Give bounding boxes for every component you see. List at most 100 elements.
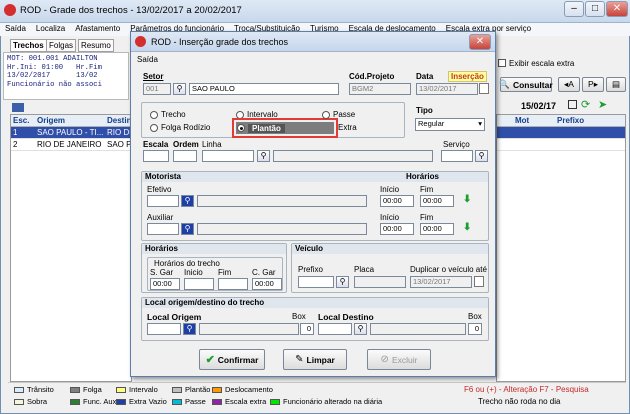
col-origem[interactable]: Origem (37, 116, 65, 125)
prefixo-input[interactable] (298, 276, 334, 288)
dialog-close-button[interactable]: ✕ (469, 34, 491, 50)
table-row[interactable]: 1 SAO PAULO - TI... RIO DE (11, 127, 131, 139)
prev-button[interactable]: ◂A (558, 77, 580, 92)
col-mot[interactable]: Mot (515, 116, 529, 125)
radio-label: Passe (333, 110, 356, 119)
auxiliar-fim-input[interactable]: 00:00 (420, 223, 454, 235)
menu-saida[interactable]: Saída (0, 23, 31, 34)
tab-resumo[interactable]: Resumo (78, 39, 114, 52)
binoculars-icon[interactable]: ⚲ (475, 150, 488, 162)
legend-label: Deslocamento (225, 385, 273, 394)
binoculars-icon[interactable]: ⚲ (257, 150, 270, 162)
binoculars-icon[interactable]: ⚲ (336, 276, 349, 288)
binoculars-icon[interactable]: ⚲ (183, 323, 196, 335)
chevron-down-icon: ▾ (478, 119, 482, 128)
table-row-right[interactable] (497, 139, 625, 151)
table-row-right[interactable] (497, 127, 625, 139)
radio-trecho[interactable]: Trecho (150, 110, 186, 119)
swatch (70, 386, 80, 393)
calendar-icon[interactable] (479, 83, 489, 94)
excluir-button[interactable]: ⊘ Excluir (367, 349, 431, 370)
efetivo-code-input[interactable] (147, 195, 179, 207)
data-input[interactable]: 13/02/2017 (416, 83, 478, 95)
cod-projeto-input[interactable]: BGM2 (349, 83, 411, 95)
col-destino[interactable]: Destin (107, 116, 131, 125)
setor-name-input[interactable]: SAO PAULO (189, 83, 339, 95)
efetivo-fim-input[interactable]: 00:00 (420, 195, 454, 207)
delete-icon: ⊘ (380, 354, 389, 365)
col-esc[interactable]: Esc. (13, 116, 29, 125)
binoculars-icon[interactable]: ⚲ (181, 195, 194, 207)
tab-trechos[interactable]: Trechos (10, 39, 47, 52)
print-button[interactable]: ▤ (606, 77, 626, 92)
fim-trecho-input[interactable] (218, 278, 248, 290)
legend-label: Extra Vazio (129, 397, 167, 406)
menu-localiza[interactable]: Localiza (31, 23, 70, 34)
menu-afastamento[interactable]: Afastamento (70, 23, 125, 34)
radio-label: Folga Rodízio (161, 123, 211, 132)
placa-label: Placa (354, 265, 375, 274)
dialog-menu-saida[interactable]: Saída (137, 55, 158, 64)
binoculars-icon[interactable]: ⚲ (181, 223, 194, 235)
setor-label: Setor (143, 72, 164, 81)
linha-desc-input (273, 150, 433, 162)
setor-code-input[interactable]: 001 (143, 83, 171, 95)
local-origem-name-input (199, 323, 299, 335)
status-red: F6 ou (+) - Alteração F7 - Pesquisa (464, 385, 589, 394)
calendar-icon[interactable] (474, 276, 484, 287)
next-button[interactable]: P▸ (582, 77, 604, 92)
radio-plantao[interactable]: Plantão (236, 122, 334, 134)
duplicar-input[interactable]: 13/02/2017 (410, 276, 472, 288)
binoculars-icon[interactable]: ⚲ (354, 323, 367, 335)
legend-label: Plantão (185, 385, 211, 394)
linha-input[interactable] (202, 150, 254, 162)
ordem-input[interactable] (173, 150, 197, 162)
auxiliar-name-input (197, 223, 367, 235)
efetivo-inicio-input[interactable]: 00:00 (380, 195, 414, 207)
sgar-input[interactable]: 00:00 (150, 278, 180, 290)
calendar-icon[interactable] (568, 100, 577, 109)
binoculars-icon[interactable]: ⚲ (173, 83, 186, 95)
escala-input[interactable] (143, 150, 169, 162)
maximize-button[interactable]: □ (585, 1, 605, 17)
limpar-button[interactable]: ✎ Limpar (283, 349, 347, 370)
local-destino-code-input[interactable] (318, 323, 352, 335)
fim-label: Fim (420, 185, 434, 194)
swatch (270, 398, 280, 405)
duplicar-label: Duplicar o veículo até (410, 265, 487, 274)
box-origem-input[interactable]: 0 (300, 323, 314, 335)
swatch (172, 398, 182, 405)
legend-item: Intervalo (116, 385, 158, 394)
close-button[interactable]: ✕ (606, 1, 628, 17)
minimize-button[interactable]: – (564, 1, 584, 17)
inicio-trecho-input[interactable] (184, 278, 214, 290)
confirmar-button[interactable]: ✔ Confirmar (199, 349, 265, 370)
swatch (14, 386, 24, 393)
col-prefixo[interactable]: Prefixo (557, 116, 584, 125)
radio-passe[interactable]: Passe (322, 110, 355, 119)
legend-label: Escala extra (225, 397, 267, 406)
refresh-icon[interactable]: ⟳ (581, 98, 590, 111)
excluir-label: Excluir (391, 354, 418, 365)
legend-item: Deslocamento (212, 385, 273, 394)
tab-folgas[interactable]: Folgas (46, 39, 77, 52)
auxiliar-code-input[interactable] (147, 223, 179, 235)
tipo-select[interactable]: Regular ▾ (415, 118, 485, 131)
servico-input[interactable] (441, 150, 473, 162)
radio-folga-rodizio[interactable]: Folga Rodízio (150, 123, 210, 132)
table-row[interactable]: 2 RIO DE JANEIRO SAO P (11, 139, 131, 151)
exibir-escala-extra-checkbox[interactable] (498, 59, 506, 67)
tipo-value: Regular (418, 119, 445, 128)
cgar-input[interactable]: 00:00 (252, 278, 282, 290)
nav-icon[interactable]: ➤ (598, 98, 607, 111)
box-destino-input[interactable]: 0 (468, 323, 482, 335)
arrow-down-icon[interactable]: ⬇ (463, 222, 471, 233)
arrow-down-icon[interactable]: ⬇ (463, 194, 471, 205)
local-origem-code-input[interactable] (147, 323, 181, 335)
cod-projeto-label: Cód.Projeto (349, 72, 395, 81)
auxiliar-label: Auxiliar (147, 213, 174, 222)
status-note: Trecho não roda no dia (478, 397, 561, 406)
consultar-button[interactable]: 🔍 Consultar (499, 77, 553, 92)
radio-extra[interactable]: Extra (338, 123, 357, 132)
auxiliar-inicio-input[interactable]: 00:00 (380, 223, 414, 235)
